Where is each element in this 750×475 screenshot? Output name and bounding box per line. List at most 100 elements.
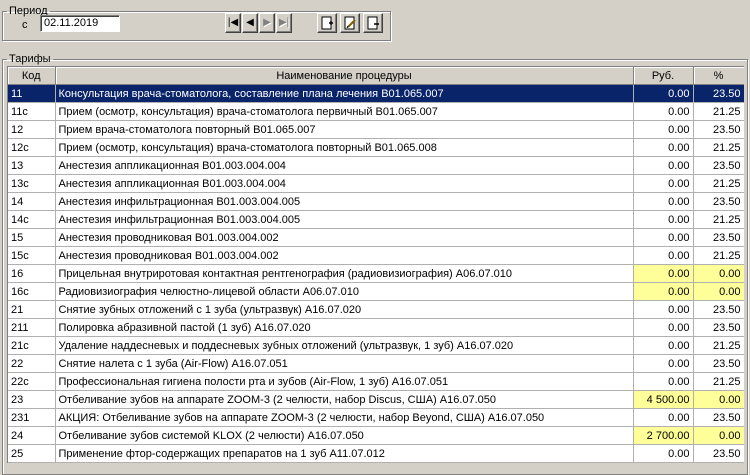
edit-record-button[interactable] [340, 13, 360, 33]
procedure-name-cell[interactable]: Снятие зубных отложений с 1 зуба (ультра… [55, 300, 634, 319]
table-row[interactable]: 24 Отбеливание зубов системой KLOX (2 чел… [8, 426, 744, 445]
price-rub-cell[interactable]: 0.00 [633, 210, 694, 229]
next-record-button[interactable]: ▶ [259, 13, 275, 33]
procedure-name-cell[interactable]: Полировка абразивной пастой (1 зуб) А16.… [55, 318, 634, 337]
date-from-input[interactable]: 02.11.2019 [40, 15, 120, 32]
percent-cell[interactable]: 0.00 [693, 264, 744, 283]
percent-cell[interactable]: 23.50 [693, 354, 744, 373]
percent-cell[interactable]: 23.50 [693, 84, 744, 103]
procedure-name-cell[interactable]: Фторирование эмали зуба (1 зуб) А11.07.0… [55, 462, 634, 463]
table-row[interactable]: 14 Анестезия инфильтрационная В01.003.004… [8, 192, 744, 211]
price-rub-cell[interactable]: 0.00 [633, 354, 694, 373]
table-row[interactable]: 11с Прием (осмотр, консультация) врача-ст… [8, 102, 744, 121]
code-cell[interactable]: 22 [8, 354, 56, 373]
percent-cell[interactable]: 21.25 [693, 462, 744, 463]
price-rub-cell[interactable]: 0.00 [633, 282, 694, 301]
table-row[interactable]: 12с Прием (осмотр, консультация) врача-ст… [8, 138, 744, 157]
last-record-button[interactable]: ▶| [276, 13, 292, 33]
procedure-name-cell[interactable]: Прием врача-стоматолога повторный В01.06… [55, 120, 634, 139]
table-row[interactable]: 15 Анестезия проводниковая В01.003.004.00… [8, 228, 744, 247]
price-rub-cell[interactable]: 0.00 [633, 264, 694, 283]
code-cell[interactable]: 16 [8, 264, 56, 283]
table-row[interactable]: 21с Удаление наддесневых и поддесневых зу… [8, 336, 744, 355]
procedure-name-cell[interactable]: Анестезия аппликационная В01.003.004.004 [55, 156, 634, 175]
percent-cell[interactable]: 23.50 [693, 228, 744, 247]
first-record-button[interactable]: |◀ [225, 13, 241, 33]
procedure-name-cell[interactable]: Прием (осмотр, консультация) врача-стома… [55, 102, 634, 121]
code-cell[interactable]: 13с [8, 174, 56, 193]
code-cell[interactable]: 25 [8, 444, 56, 463]
column-header-pct[interactable]: % [693, 67, 744, 85]
procedure-name-cell[interactable]: Удаление наддесневых и поддесневых зубны… [55, 336, 634, 355]
procedure-name-cell[interactable]: Отбеливание зубов системой KLOX (2 челюс… [55, 426, 634, 445]
price-rub-cell[interactable]: 0.00 [633, 300, 694, 319]
code-cell[interactable]: 13 [8, 156, 56, 175]
code-cell[interactable]: 12с [8, 138, 56, 157]
code-cell[interactable]: 15с [8, 246, 56, 265]
price-rub-cell[interactable]: 0.00 [633, 444, 694, 463]
percent-cell[interactable]: 23.50 [693, 444, 744, 463]
table-row[interactable]: 11 Консультация врача-стоматолога, состав… [8, 84, 744, 103]
procedure-name-cell[interactable]: Анестезия проводниковая В01.003.004.002 [55, 228, 634, 247]
percent-cell[interactable]: 23.50 [693, 408, 744, 427]
price-rub-cell[interactable]: 0.00 [633, 102, 694, 121]
delete-record-button[interactable] [363, 13, 383, 33]
code-cell[interactable]: 11 [8, 84, 56, 103]
percent-cell[interactable]: 21.25 [693, 138, 744, 157]
table-row[interactable]: 22с Профессиональная гигиена полости рта … [8, 372, 744, 391]
table-row[interactable]: 14с Анестезия инфильтрационная В01.003.00… [8, 210, 744, 229]
table-row[interactable]: 231 АКЦИЯ: Отбеливание зубов на аппарате … [8, 408, 744, 427]
table-row[interactable]: 13 Анестезия аппликационная В01.003.004.0… [8, 156, 744, 175]
percent-cell[interactable]: 21.25 [693, 372, 744, 391]
add-record-button[interactable] [317, 13, 337, 33]
price-rub-cell[interactable]: 0.00 [633, 372, 694, 391]
table-row[interactable]: 23 Отбеливание зубов на аппарате ZOOM-3 (… [8, 390, 744, 409]
procedure-name-cell[interactable]: Радиовизиография челюстно-лицевой област… [55, 282, 634, 301]
price-rub-cell[interactable]: 0.00 [633, 84, 694, 103]
column-header-name[interactable]: Наименование процедуры [55, 67, 634, 85]
table-row[interactable]: 12 Прием врача-стоматолога повторный В01.… [8, 120, 744, 139]
procedure-name-cell[interactable]: Применение фтор-содержащих препаратов на… [55, 444, 634, 463]
procedure-name-cell[interactable]: Анестезия проводниковая В01.003.004.002 [55, 246, 634, 265]
percent-cell[interactable]: 21.25 [693, 246, 744, 265]
procedure-name-cell[interactable]: Снятие налета с 1 зуба (Air-Flow) А16.07… [55, 354, 634, 373]
code-cell[interactable]: 25с [8, 462, 56, 463]
code-cell[interactable]: 231 [8, 408, 56, 427]
price-rub-cell[interactable]: 0.00 [633, 408, 694, 427]
percent-cell[interactable]: 0.00 [693, 282, 744, 301]
price-rub-cell[interactable]: 0.00 [633, 156, 694, 175]
percent-cell[interactable]: 21.25 [693, 174, 744, 193]
table-row[interactable]: 16 Прицельная внутриротовая контактная ре… [8, 264, 744, 283]
price-rub-cell[interactable]: 0.00 [633, 192, 694, 211]
code-cell[interactable]: 21с [8, 336, 56, 355]
code-cell[interactable]: 22с [8, 372, 56, 391]
price-rub-cell[interactable]: 4 500.00 [633, 390, 694, 409]
price-rub-cell[interactable]: 0.00 [633, 246, 694, 265]
table-row[interactable]: 15с Анестезия проводниковая В01.003.004.0… [8, 246, 744, 265]
price-rub-cell[interactable]: 0.00 [633, 138, 694, 157]
procedure-name-cell[interactable]: Прием (осмотр, консультация) врача-стома… [55, 138, 634, 157]
procedure-name-cell[interactable]: Профессиональная гигиена полости рта и з… [55, 372, 634, 391]
code-cell[interactable]: 15 [8, 228, 56, 247]
procedure-name-cell[interactable]: Анестезия инфильтрационная В01.003.004.0… [55, 192, 634, 211]
table-row[interactable]: 22 Снятие налета с 1 зуба (Air-Flow) А16.… [8, 354, 744, 373]
tariffs-grid[interactable]: Код Наименование процедуры Руб. % 11 Конс… [7, 66, 744, 463]
price-rub-cell[interactable]: 0.00 [633, 336, 694, 355]
code-cell[interactable]: 11с [8, 102, 56, 121]
code-cell[interactable]: 23 [8, 390, 56, 409]
table-row[interactable]: 25 Применение фтор-содержащих препаратов … [8, 444, 744, 463]
percent-cell[interactable]: 21.25 [693, 210, 744, 229]
procedure-name-cell[interactable]: Отбеливание зубов на аппарате ZOOM-3 (2 … [55, 390, 634, 409]
price-rub-cell[interactable]: 0.00 [633, 174, 694, 193]
code-cell[interactable]: 21 [8, 300, 56, 319]
percent-cell[interactable]: 23.50 [693, 300, 744, 319]
procedure-name-cell[interactable]: Прицельная внутриротовая контактная рент… [55, 264, 634, 283]
code-cell[interactable]: 211 [8, 318, 56, 337]
code-cell[interactable]: 16с [8, 282, 56, 301]
code-cell[interactable]: 14с [8, 210, 56, 229]
prev-record-button[interactable]: ◀ [242, 13, 258, 33]
procedure-name-cell[interactable]: АКЦИЯ: Отбеливание зубов на аппарате ZOO… [55, 408, 634, 427]
code-cell[interactable]: 12 [8, 120, 56, 139]
code-cell[interactable]: 14 [8, 192, 56, 211]
table-row[interactable]: 21 Снятие зубных отложений с 1 зуба (ульт… [8, 300, 744, 319]
